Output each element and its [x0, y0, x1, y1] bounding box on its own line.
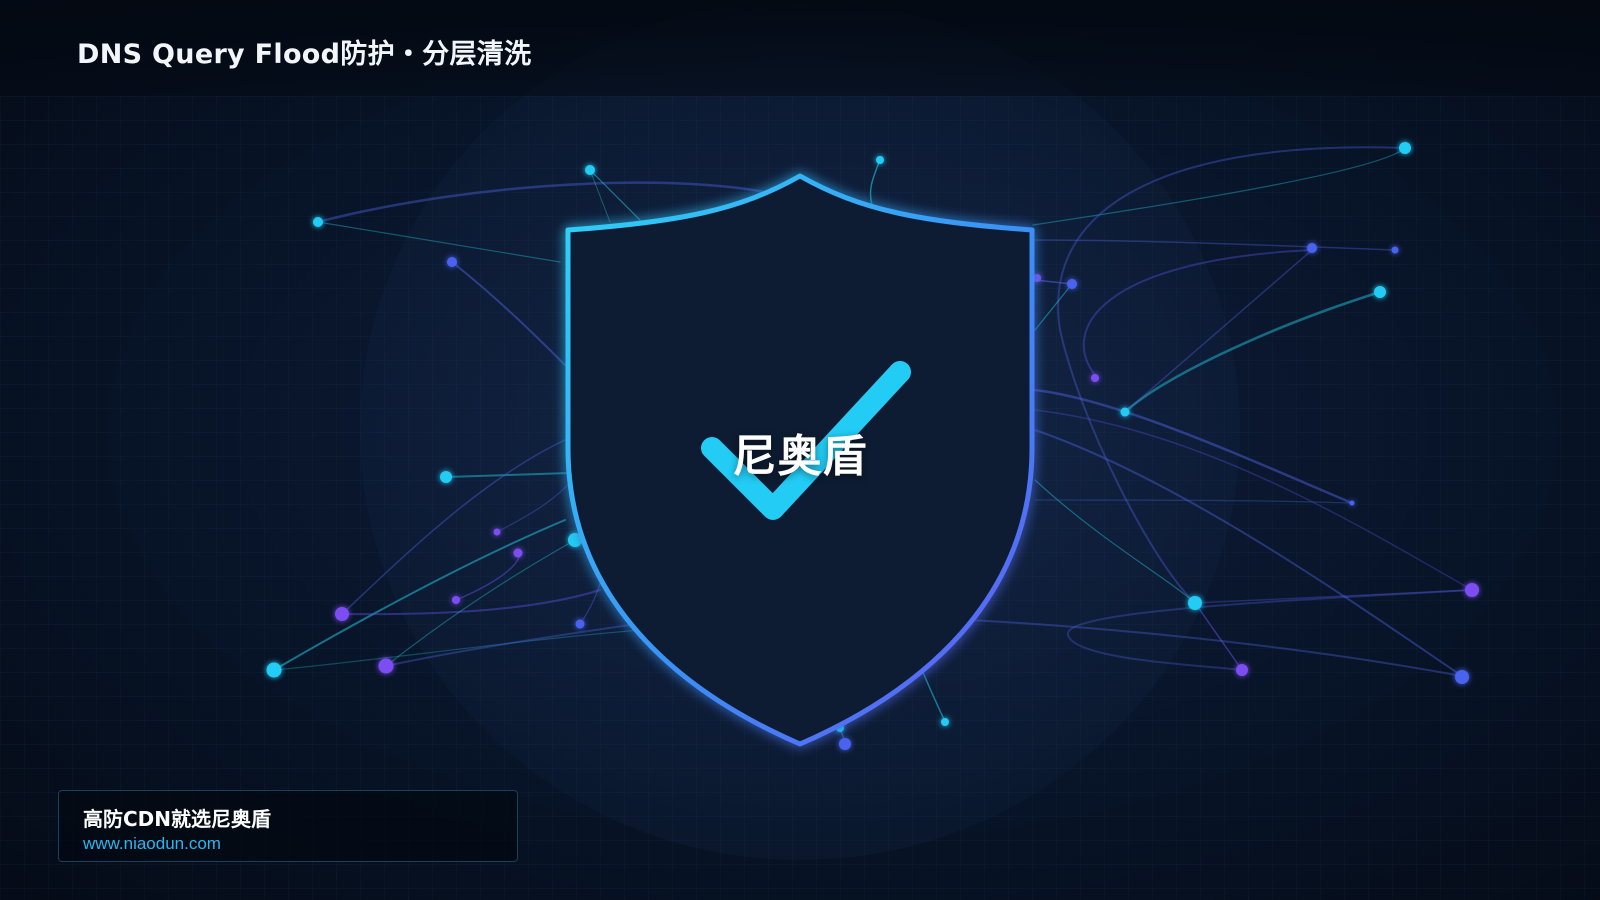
network-node: [1307, 243, 1317, 253]
brand-card: 高防CDN就选尼奥盾 www.niaodun.com: [58, 790, 518, 862]
slide-canvas: DNS Query Flood防护・分层清洗 尼奥盾 高防CDN就选尼奥盾 ww…: [0, 0, 1600, 900]
network-node: [493, 528, 501, 536]
network-node: [447, 257, 457, 267]
network-node: [335, 607, 349, 621]
network-node: [513, 548, 523, 558]
network-node: [575, 619, 585, 629]
shield-brand-label: 尼奥盾: [732, 431, 868, 482]
network-node: [585, 165, 595, 175]
brand-slogan: 高防CDN就选尼奥盾: [83, 807, 272, 831]
network-node: [378, 658, 394, 674]
network-node: [452, 596, 460, 604]
brand-url-link[interactable]: www.niaodun.com: [83, 834, 221, 854]
network-node: [1455, 670, 1469, 684]
network-node: [440, 471, 452, 483]
network-node: [1391, 246, 1399, 254]
network-node: [1399, 142, 1411, 154]
network-node: [1465, 583, 1479, 597]
network-node: [941, 718, 949, 726]
network-node: [1120, 407, 1130, 417]
network-node: [1067, 279, 1077, 289]
network-node: [1236, 664, 1248, 676]
network-node: [876, 156, 884, 164]
network-node: [839, 738, 851, 750]
network-node: [1349, 500, 1355, 506]
network-node: [1188, 596, 1202, 610]
network-node: [313, 217, 323, 227]
network-node: [1091, 374, 1099, 382]
header-bar: DNS Query Flood防护・分层清洗: [0, 0, 1600, 96]
page-title: DNS Query Flood防护・分层清洗: [77, 39, 532, 70]
network-node: [266, 662, 282, 678]
network-node: [1374, 286, 1386, 298]
